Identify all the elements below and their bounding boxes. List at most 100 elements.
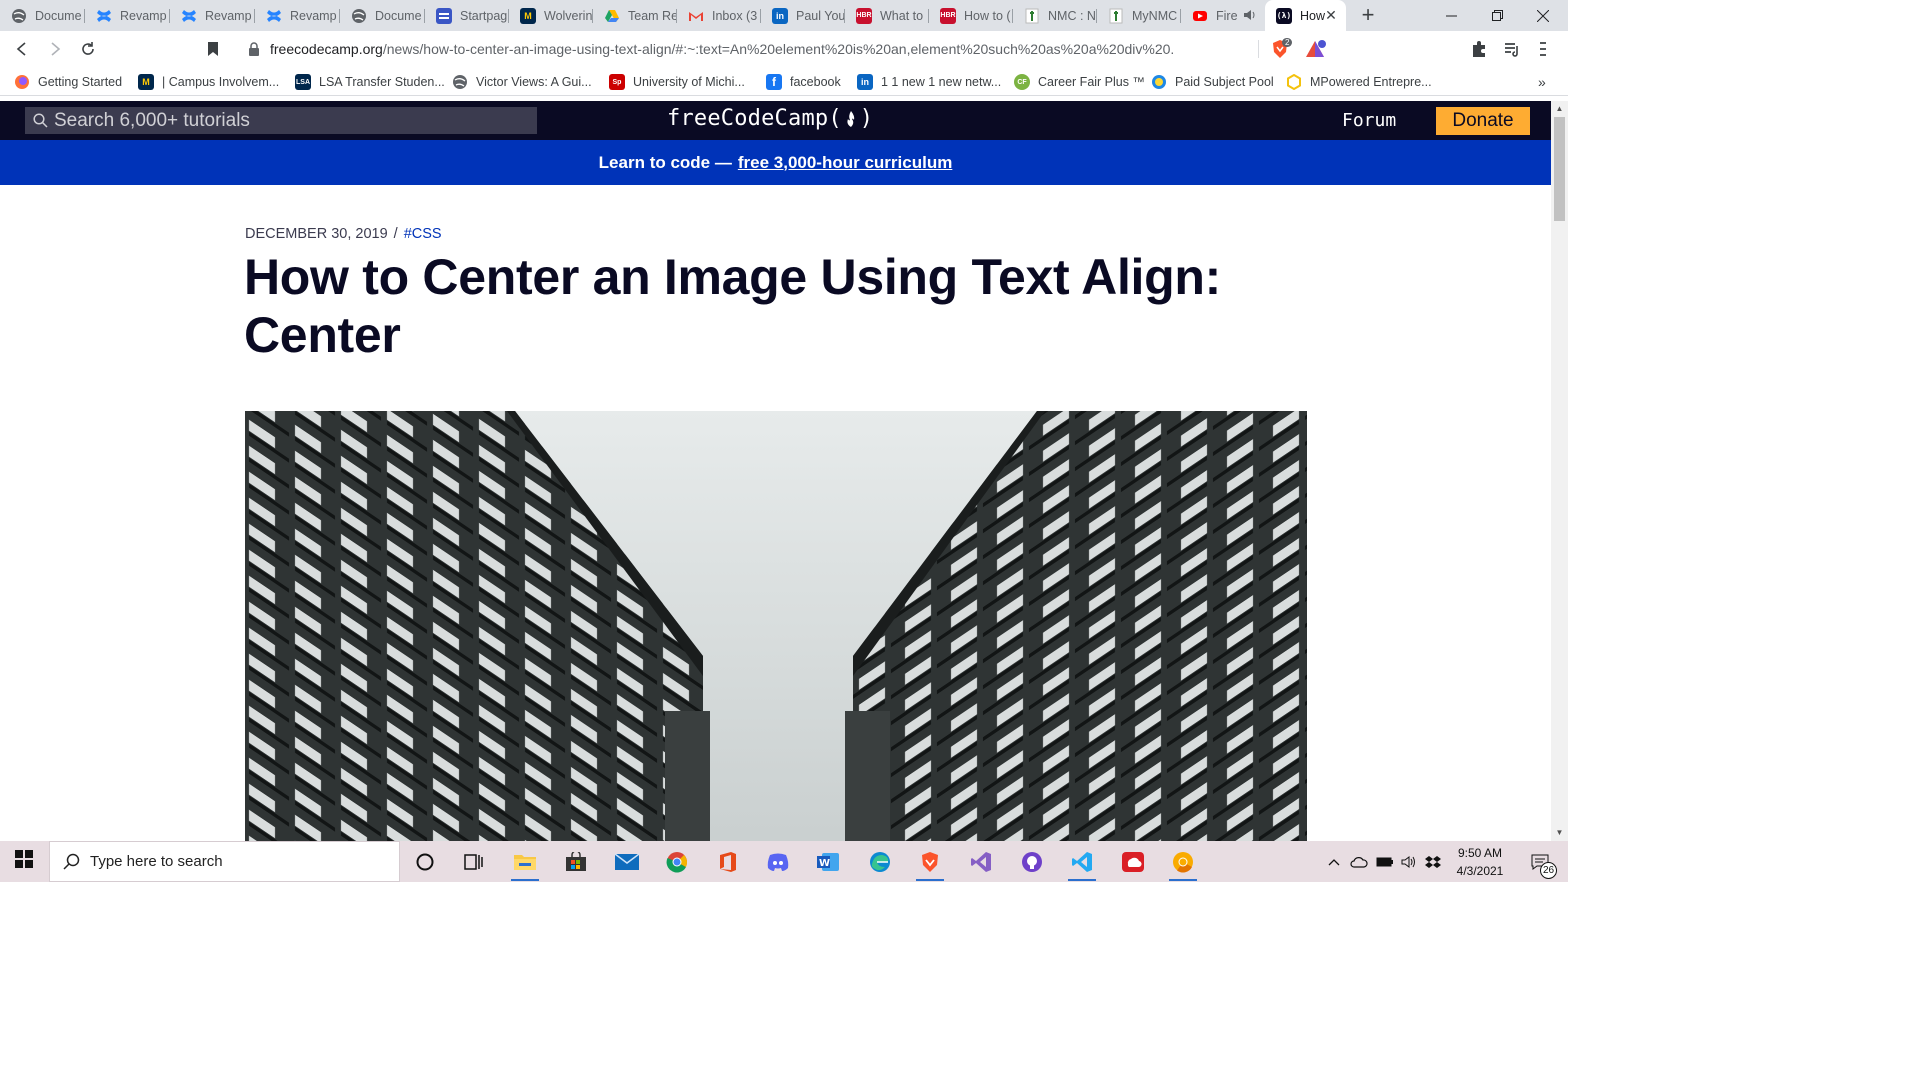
reload-button[interactable] xyxy=(75,36,101,62)
new-tab-button[interactable]: + xyxy=(1356,3,1380,27)
page-scrollbar[interactable]: ▲ ▼ xyxy=(1551,101,1568,841)
menu-icon[interactable] xyxy=(1540,40,1546,63)
search-icon xyxy=(33,113,48,128)
tab-title: Fire xyxy=(1216,8,1238,23)
chrome-canary-icon[interactable] xyxy=(1163,845,1203,881)
forward-button[interactable] xyxy=(42,36,68,62)
chrome-icon[interactable] xyxy=(657,845,697,878)
lock-icon[interactable] xyxy=(248,42,260,61)
word-icon[interactable]: W xyxy=(808,845,848,878)
tab-strip: Docume Revamp Revamp Revamp Docume Start… xyxy=(0,0,1568,31)
bookmark-label: MPowered Entrepre... xyxy=(1310,75,1432,89)
browser-tab[interactable]: HBR What to xyxy=(845,0,929,31)
discord-icon[interactable] xyxy=(758,845,798,878)
bookmark-item[interactable]: M | Campus Involvem... xyxy=(138,72,279,92)
show-hidden-icons[interactable] xyxy=(1324,841,1344,882)
scroll-down-arrow[interactable]: ▼ xyxy=(1555,828,1564,837)
bookmark-item[interactable]: Victor Views: A Gui... xyxy=(452,72,592,92)
browser-tab[interactable]: Fire xyxy=(1181,0,1265,31)
bookmark-item[interactable]: f facebook xyxy=(766,72,841,92)
dropbox-icon[interactable] xyxy=(1422,841,1444,882)
bookmark-item[interactable]: MPowered Entrepre... xyxy=(1286,72,1432,92)
notifications-icon[interactable]: 26 xyxy=(1522,841,1558,882)
vscode-icon[interactable] xyxy=(1062,845,1102,881)
cortana-icon[interactable] xyxy=(405,845,445,878)
bookmark-item[interactable]: in 1 1 new 1 new netw... xyxy=(857,72,1001,92)
close-tab-icon[interactable]: ✕ xyxy=(1323,7,1339,23)
browser-tab[interactable]: Revamp xyxy=(170,0,255,31)
bookmark-icon[interactable] xyxy=(200,36,226,62)
bookmark-item[interactable]: CF Career Fair Plus ™ xyxy=(1014,72,1145,92)
file-explorer-icon[interactable] xyxy=(505,845,545,881)
taskbar-search-placeholder: Type here to search xyxy=(90,853,223,870)
browser-tab[interactable]: Startpag xyxy=(425,0,509,31)
scroll-thumb[interactable] xyxy=(1554,117,1565,221)
post-tag-link[interactable]: #CSS xyxy=(404,226,442,242)
brave-badge: 2 xyxy=(1282,38,1293,47)
mail-icon[interactable] xyxy=(607,845,647,878)
linkedin-icon: in xyxy=(857,74,873,90)
browser-tab[interactable]: Revamp xyxy=(85,0,170,31)
bookmarks-overflow-button[interactable]: » xyxy=(1538,72,1546,92)
browser-tab[interactable]: Docume xyxy=(0,0,85,31)
browser-tab[interactable]: Docume xyxy=(340,0,425,31)
donate-button[interactable]: Donate xyxy=(1436,107,1530,135)
creative-cloud-icon[interactable] xyxy=(1113,845,1153,878)
browser-tab[interactable]: NMC : N xyxy=(1013,0,1097,31)
start-button[interactable] xyxy=(0,841,48,882)
speaker-icon[interactable] xyxy=(1242,8,1256,25)
task-view-icon[interactable] xyxy=(454,845,494,878)
restore-button[interactable] xyxy=(1474,0,1520,31)
hbr-icon: HBR xyxy=(856,7,872,24)
visual-studio-icon[interactable] xyxy=(961,845,1001,878)
bookmark-item[interactable]: Sp University of Michi... xyxy=(609,72,745,92)
browser-tab[interactable]: MyNMC xyxy=(1097,0,1181,31)
tab-title: Wolverin xyxy=(544,8,593,23)
minimize-button[interactable] xyxy=(1428,0,1474,31)
tab-title: What to xyxy=(880,8,924,23)
system-clock[interactable]: 9:50 AM 4/3/2021 xyxy=(1446,844,1514,880)
browser-tab[interactable]: Team Re xyxy=(593,0,677,31)
back-button[interactable] xyxy=(9,36,35,62)
onedrive-icon[interactable] xyxy=(1348,841,1370,882)
page-title: How to Center an Image Using Text Align:… xyxy=(244,249,1221,363)
curriculum-link[interactable]: free 3,000-hour curriculum xyxy=(738,153,952,173)
close-window-button[interactable] xyxy=(1520,0,1566,31)
office-icon[interactable] xyxy=(708,845,748,878)
github-desktop-icon[interactable] xyxy=(1012,845,1052,878)
taskbar-search-input[interactable]: Type here to search xyxy=(49,841,400,882)
clock-time: 9:50 AM xyxy=(1457,846,1503,860)
bookmark-label: Career Fair Plus ™ xyxy=(1038,75,1145,89)
freecodecamp-logo[interactable]: freeCodeCamp( ) xyxy=(667,106,873,131)
confluence-icon xyxy=(181,8,197,24)
bookmark-item[interactable]: LSA LSA Transfer Studen... xyxy=(295,72,445,92)
hexagon-icon xyxy=(1286,74,1302,90)
firefox-icon xyxy=(14,74,30,90)
browser-tab[interactable]: M Wolverin xyxy=(509,0,593,31)
windows-taskbar: Type here to search W 9:50 AM 4/3/2021 2… xyxy=(0,841,1568,882)
extensions-icon[interactable] xyxy=(1470,40,1488,63)
browser-tab[interactable]: Revamp xyxy=(255,0,340,31)
linkedin-icon: in xyxy=(772,7,788,24)
bookmark-item[interactable]: Paid Subject Pool xyxy=(1151,72,1274,92)
browser-tab-active[interactable]: (λ) How ✕ xyxy=(1265,0,1346,31)
volume-icon[interactable] xyxy=(1398,841,1420,882)
tab-title: Inbox (3 xyxy=(712,8,758,23)
address-bar[interactable]: freecodecamp.org/news/how-to-center-an-i… xyxy=(236,35,1260,63)
browser-tab[interactable]: HBR How to ( xyxy=(929,0,1013,31)
edge-icon[interactable] xyxy=(860,845,900,878)
browser-tab[interactable]: Inbox (3 xyxy=(677,0,761,31)
browser-tab[interactable]: in Paul You xyxy=(761,0,845,31)
playlist-icon[interactable] xyxy=(1503,40,1521,63)
scroll-up-arrow[interactable]: ▲ xyxy=(1555,104,1564,113)
brave-shields-icon[interactable]: 2 xyxy=(1270,38,1296,61)
bookmark-item[interactable]: Getting Started xyxy=(14,72,122,92)
battery-icon[interactable] xyxy=(1374,841,1396,882)
tab-title: How to ( xyxy=(964,8,1011,23)
forum-link[interactable]: Forum xyxy=(1342,110,1396,131)
brave-icon[interactable] xyxy=(910,845,950,881)
search-input[interactable]: Search 6,000+ tutorials xyxy=(25,107,537,134)
microsoft-store-icon[interactable] xyxy=(556,845,596,878)
url-text: freecodecamp.org/news/how-to-center-an-i… xyxy=(270,41,1174,57)
brave-rewards-icon[interactable] xyxy=(1305,39,1327,64)
